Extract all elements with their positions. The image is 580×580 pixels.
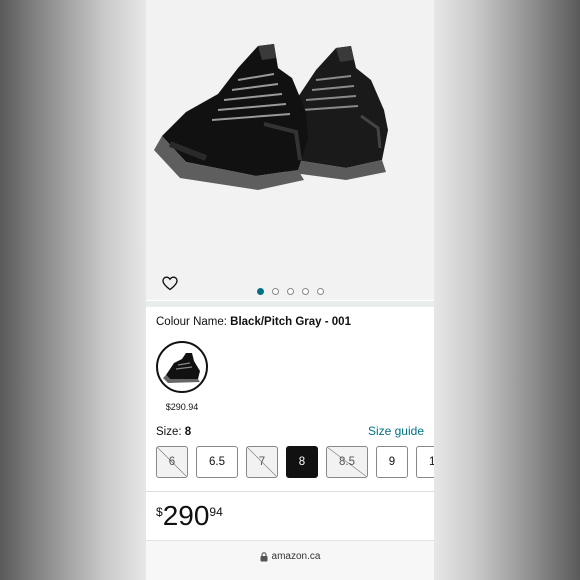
size-option-7[interactable]: 7 <box>246 446 278 478</box>
price-currency: $ <box>156 505 163 519</box>
size-option-6-5[interactable]: 6.5 <box>196 446 238 478</box>
size-guide-link[interactable]: Size guide <box>368 424 424 438</box>
gallery-dot[interactable] <box>301 287 309 295</box>
gallery-pagination <box>146 285 434 297</box>
phone-screen: Colour Name: Black/Pitch Gray - 001 $290… <box>146 0 434 580</box>
section-divider <box>146 301 434 307</box>
size-option-label: 6 <box>168 456 176 468</box>
gallery-dot[interactable] <box>271 287 279 295</box>
url-display[interactable]: amazon.ca <box>146 551 434 562</box>
swatch-shoe-image <box>163 353 200 383</box>
size-label: Size: <box>156 426 182 438</box>
gallery-dot[interactable] <box>316 287 324 295</box>
url-text: amazon.ca <box>271 551 321 562</box>
colour-value: Black/Pitch Gray - 001 <box>230 316 351 328</box>
size-option-label: 9 <box>388 456 396 468</box>
size-options: 6 6.5 7 8 8.5 9 1 <box>156 446 434 480</box>
price-fraction: 94 <box>209 505 223 519</box>
size-option-label: 8 <box>298 456 306 468</box>
price-divider <box>146 491 434 492</box>
lock-icon <box>260 551 268 561</box>
size-option-6[interactable]: 6 <box>156 446 188 478</box>
size-option-8-5[interactable]: 8.5 <box>326 446 368 478</box>
size-option-label: 1 <box>429 456 434 468</box>
browser-address-bar[interactable]: amazon.ca <box>146 540 434 580</box>
colour-label: Colour Name: <box>156 316 227 328</box>
size-value: 8 <box>184 426 192 438</box>
swatch-price: $290.94 <box>165 402 199 412</box>
product-price: $29094 <box>156 500 223 532</box>
size-option-9[interactable]: 9 <box>376 446 408 478</box>
colour-swatch[interactable] <box>156 341 208 393</box>
gallery-dot[interactable] <box>256 287 264 295</box>
colour-row: Colour Name: Black/Pitch Gray - 001 <box>156 316 351 328</box>
size-option-label: 8.5 <box>339 456 355 468</box>
wishlist-button[interactable] <box>162 256 182 291</box>
gallery-dot[interactable] <box>286 287 294 295</box>
price-whole: 290 <box>162 500 210 531</box>
size-row: Size: 8 <box>156 426 191 438</box>
size-option-10-partial[interactable]: 1 <box>416 446 434 478</box>
size-option-8[interactable]: 8 <box>286 446 318 478</box>
shoe-pair-image <box>154 44 388 190</box>
size-option-label: 6.5 <box>209 456 225 468</box>
product-image[interactable] <box>146 0 434 300</box>
size-option-label: 7 <box>258 456 266 468</box>
front-shoe <box>154 44 308 190</box>
